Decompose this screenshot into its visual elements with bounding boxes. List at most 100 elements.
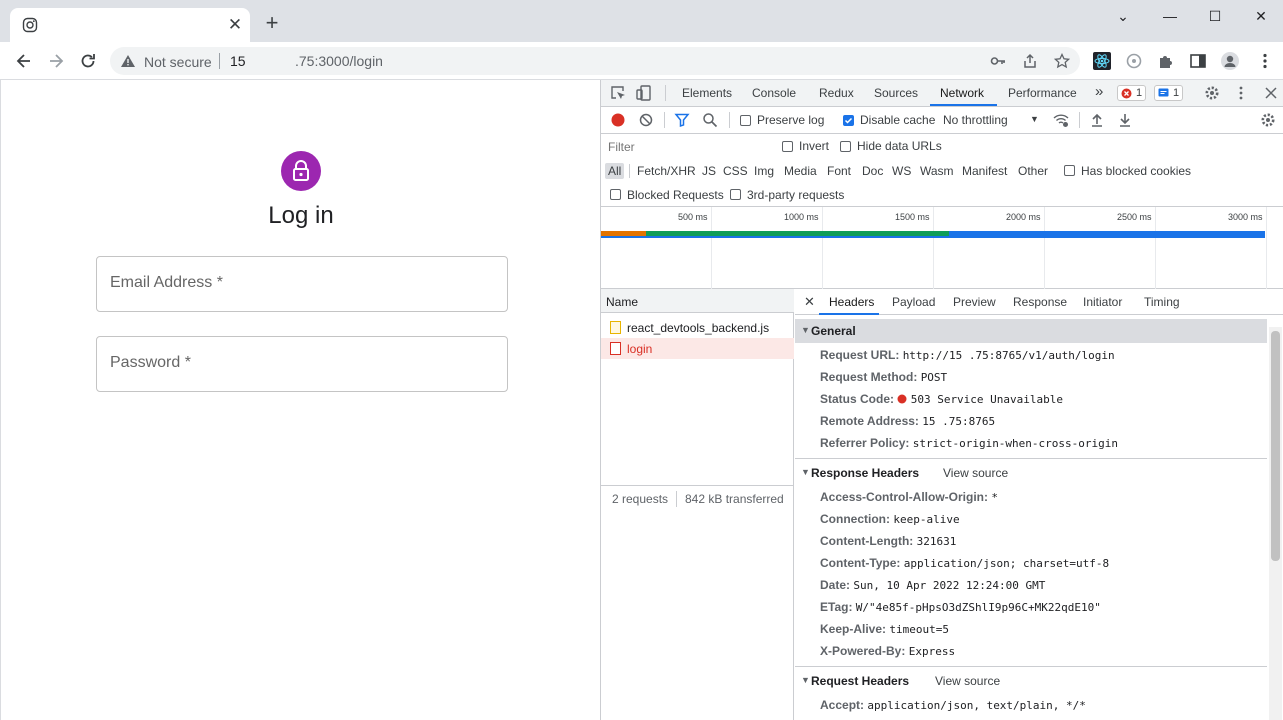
record-icon[interactable] [610, 112, 626, 128]
error-count-badge[interactable]: 1 [1117, 85, 1147, 101]
header-row: Access-Control-Allow-Origin: * [820, 490, 998, 504]
timeline-gridline [1155, 207, 1156, 289]
has-blocked-cookies-checkbox[interactable] [1064, 165, 1075, 176]
invert-checkbox[interactable] [782, 141, 793, 152]
warning-icon[interactable] [120, 54, 136, 68]
inspect-element-icon[interactable] [610, 85, 626, 101]
header-key: Date: [820, 578, 851, 592]
disable-cache-checkbox[interactable] [843, 115, 854, 126]
filter-js[interactable]: JS [699, 163, 719, 179]
bookmark-star-icon[interactable] [1054, 53, 1070, 69]
view-source-link[interactable]: View source [935, 674, 1000, 688]
tab-console[interactable]: Console [752, 86, 796, 100]
tab-timing[interactable]: Timing [1144, 295, 1180, 309]
network-conditions-icon[interactable] [1053, 112, 1069, 128]
react-devtools-icon[interactable] [1093, 52, 1111, 70]
share-icon[interactable] [1022, 53, 1038, 69]
network-overview-timeline[interactable]: 500 ms 1000 ms 1500 ms 2000 ms 2500 ms 3… [601, 207, 1283, 289]
export-har-icon[interactable] [1117, 112, 1133, 128]
tab-payload[interactable]: Payload [892, 295, 935, 309]
import-har-icon[interactable] [1089, 112, 1105, 128]
settings-gear-icon[interactable] [1204, 85, 1220, 101]
browser-tab[interactable]: ✕ [10, 8, 250, 42]
browser-menu-icon[interactable] [1256, 52, 1274, 70]
devtools-tab-divider [665, 85, 666, 101]
section-divider [795, 458, 1267, 459]
filter-input[interactable] [605, 138, 769, 156]
general-section-header[interactable]: ▼ General [795, 319, 1267, 343]
tab-performance[interactable]: Performance [1008, 86, 1077, 100]
name-column-header[interactable]: Name [606, 295, 638, 309]
filter-manifest[interactable]: Manifest [959, 163, 1010, 179]
device-toolbar-icon[interactable] [636, 85, 652, 101]
side-panel-icon[interactable] [1189, 52, 1207, 70]
search-icon[interactable] [702, 112, 718, 128]
filter-other[interactable]: Other [1015, 163, 1051, 179]
view-source-link[interactable]: View source [943, 466, 1008, 480]
response-headers-section-header[interactable]: ▼ Response Headers View source [795, 461, 1267, 485]
filter-ws[interactable]: WS [889, 163, 914, 179]
request-row-error[interactable]: login [601, 338, 794, 359]
filter-img[interactable]: Img [751, 163, 777, 179]
tab-close-icon[interactable]: ✕ [226, 16, 244, 34]
hide-data-urls-checkbox[interactable] [840, 141, 851, 152]
window-close-icon[interactable]: ✕ [1246, 4, 1276, 28]
filter-funnel-icon[interactable] [674, 112, 690, 128]
close-details-icon[interactable]: ✕ [804, 294, 815, 310]
redux-devtools-icon[interactable] [1125, 52, 1143, 70]
browser-toolbar: Not secure 15 .75:3000/login [0, 42, 1283, 80]
tab-elements[interactable]: Elements [682, 86, 732, 100]
back-icon[interactable] [14, 51, 34, 71]
clear-icon[interactable] [638, 112, 654, 128]
not-secure-label[interactable]: Not secure [144, 54, 212, 70]
status-bar: 2 requests 842 kB transferred [601, 485, 794, 511]
preserve-log-checkbox[interactable] [740, 115, 751, 126]
tab-response[interactable]: Response [1013, 295, 1067, 309]
filter-fetch-xhr[interactable]: Fetch/XHR [634, 163, 699, 179]
details-scrollbar[interactable] [1269, 327, 1282, 720]
password-field[interactable]: Password * [96, 336, 508, 392]
message-count-badge[interactable]: 1 [1154, 85, 1184, 101]
tab-network[interactable]: Network [940, 86, 984, 100]
blocked-requests-checkbox[interactable] [610, 189, 621, 200]
throttling-select[interactable]: No throttling [943, 113, 1008, 127]
key-icon[interactable] [990, 53, 1006, 69]
filter-wasm[interactable]: Wasm [917, 163, 957, 179]
network-settings-icon[interactable] [1260, 112, 1276, 128]
devtools-close-icon[interactable] [1263, 85, 1279, 101]
reload-icon[interactable] [78, 51, 98, 71]
header-row: Remote Address: 15 .75:8765 [820, 414, 995, 428]
filter-css[interactable]: CSS [720, 163, 751, 179]
more-tabs-icon[interactable]: » [1095, 83, 1103, 100]
extensions-puzzle-icon[interactable] [1157, 52, 1175, 70]
request-row[interactable]: react_devtools_backend.js [601, 317, 794, 338]
filter-doc[interactable]: Doc [859, 163, 886, 179]
tab-sources[interactable]: Sources [874, 86, 918, 100]
filter-font[interactable]: Font [824, 163, 854, 179]
third-party-label: 3rd-party requests [747, 188, 845, 202]
login-page: Log in Email Address * Password * [0, 80, 600, 720]
request-list-header[interactable]: Name [601, 289, 794, 313]
scrollbar-thumb[interactable] [1271, 331, 1280, 561]
third-party-checkbox[interactable] [730, 189, 741, 200]
new-tab-button[interactable]: + [262, 12, 282, 34]
tab-headers[interactable]: Headers [829, 295, 874, 309]
throttling-caret-icon[interactable]: ▼ [1030, 114, 1039, 124]
request-headers-section-header[interactable]: ▼ Request Headers View source [795, 669, 1267, 693]
email-field[interactable]: Email Address * [96, 256, 508, 312]
address-bar[interactable]: Not secure 15 .75:3000/login [110, 47, 1080, 75]
devtools-panel: Elements Console Redux Sources Network P… [600, 80, 1283, 720]
tab-redux[interactable]: Redux [819, 86, 854, 100]
maximize-icon[interactable]: ☐ [1200, 4, 1230, 28]
devtools-menu-icon[interactable] [1233, 85, 1249, 101]
active-tab-indicator [930, 104, 997, 106]
tab-search-icon[interactable]: ⌄ [1108, 4, 1138, 28]
filter-all[interactable]: All [605, 163, 625, 179]
forward-icon[interactable] [46, 51, 66, 71]
filter-media[interactable]: Media [781, 163, 820, 179]
header-key: Accept: [820, 698, 865, 712]
tab-initiator[interactable]: Initiator [1083, 295, 1122, 309]
minimize-icon[interactable]: — [1155, 4, 1185, 28]
profile-avatar-icon[interactable] [1221, 52, 1239, 70]
tab-preview[interactable]: Preview [953, 295, 996, 309]
